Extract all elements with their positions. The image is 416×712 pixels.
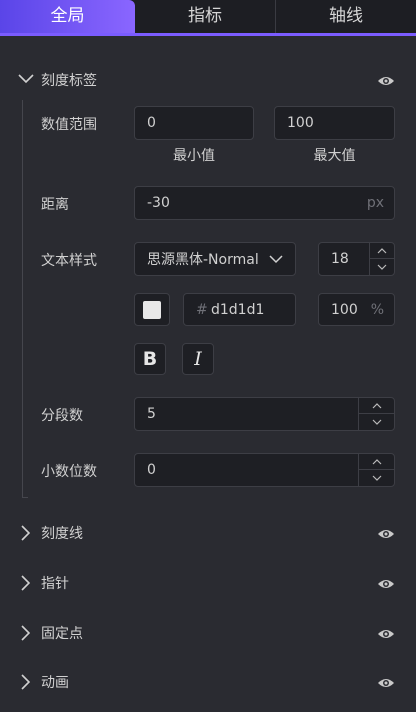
tab-global[interactable]: 全局 xyxy=(0,0,135,33)
section-fixed-point-title: 固定点 xyxy=(41,626,83,642)
decimals-spin xyxy=(358,454,394,486)
section-tick-lines-title: 刻度线 xyxy=(41,526,83,542)
increment-icon[interactable] xyxy=(359,454,394,470)
section-tick-lines-header[interactable]: 刻度线 xyxy=(0,513,416,553)
opacity-value: 100 xyxy=(331,301,358,318)
section-animation-title: 动画 xyxy=(41,675,69,691)
color-hex-value: d1d1d1 xyxy=(211,301,265,318)
chevron-right-icon xyxy=(20,575,34,591)
segments-spin xyxy=(358,398,394,430)
decimals-label: 小数位数 xyxy=(41,464,97,480)
decimals-stepper[interactable]: 0 xyxy=(134,453,395,487)
segments-label: 分段数 xyxy=(41,408,83,424)
tab-axis-label: 轴线 xyxy=(329,6,363,26)
opacity-unit: % xyxy=(370,301,384,318)
range-max-value: 100 xyxy=(287,115,314,131)
tab-axis[interactable]: 轴线 xyxy=(276,0,416,33)
segments-value: 5 xyxy=(147,406,156,422)
range-max-input[interactable]: 100 xyxy=(274,106,395,140)
eye-icon[interactable] xyxy=(377,73,395,87)
range-min-value: 0 xyxy=(147,115,156,131)
text-style-label: 文本样式 xyxy=(41,253,97,269)
tab-indicator[interactable]: 指标 xyxy=(136,0,274,33)
font-size-value: 18 xyxy=(331,251,349,267)
chevron-down-icon xyxy=(269,243,283,275)
increment-icon[interactable] xyxy=(359,398,394,414)
chevron-down-icon xyxy=(18,72,34,86)
range-min-input[interactable]: 0 xyxy=(134,106,254,140)
range-label: 数值范围 xyxy=(41,117,97,133)
decrement-icon[interactable] xyxy=(359,470,394,486)
italic-button[interactable]: I xyxy=(182,343,214,375)
decimals-value: 0 xyxy=(147,462,156,478)
distance-label: 距离 xyxy=(41,197,69,213)
section-fixed-point-header[interactable]: 固定点 xyxy=(0,613,416,653)
eye-icon[interactable] xyxy=(377,626,395,640)
distance-value: -30 xyxy=(147,195,170,211)
eye-icon[interactable] xyxy=(377,576,395,590)
decrement-icon[interactable] xyxy=(370,259,394,275)
chevron-right-icon xyxy=(20,525,34,541)
opacity-input[interactable]: 100 % xyxy=(318,293,395,326)
range-max-caption: 最大值 xyxy=(313,148,356,164)
section-pointer-header[interactable]: 指针 xyxy=(0,563,416,603)
section-animation-header[interactable]: 动画 xyxy=(0,662,416,702)
font-family-value: 思源黑体-Normal xyxy=(147,252,259,268)
distance-input[interactable]: -30 px xyxy=(134,186,395,220)
chevron-right-icon xyxy=(20,674,34,690)
font-size-stepper[interactable]: 18 xyxy=(318,242,395,276)
tab-global-label: 全局 xyxy=(50,6,85,26)
tab-underline xyxy=(0,33,416,36)
color-swatch-button[interactable] xyxy=(134,293,170,326)
font-size-spin xyxy=(369,243,394,275)
hash-symbol: # xyxy=(196,301,208,318)
color-hex-input[interactable]: # d1d1d1 xyxy=(183,293,296,326)
eye-icon[interactable] xyxy=(377,526,395,540)
segments-stepper[interactable]: 5 xyxy=(134,397,395,431)
font-family-select[interactable]: 思源黑体-Normal xyxy=(134,242,296,276)
bold-button[interactable]: B xyxy=(134,343,166,375)
tab-indicator-label: 指标 xyxy=(188,6,222,26)
color-swatch xyxy=(143,301,161,319)
decrement-icon[interactable] xyxy=(359,414,394,430)
distance-unit: px xyxy=(366,195,384,211)
tree-guide-foot xyxy=(22,497,28,498)
chevron-right-icon xyxy=(20,625,34,641)
tree-guide-line xyxy=(22,100,23,498)
section-tick-labels-title: 刻度标签 xyxy=(41,73,97,89)
increment-icon[interactable] xyxy=(370,243,394,259)
range-min-caption: 最小值 xyxy=(173,148,215,164)
tab-bar: 全局 指标 轴线 xyxy=(0,0,416,36)
section-pointer-title: 指针 xyxy=(41,576,69,592)
section-tick-labels-header[interactable]: 刻度标签 xyxy=(0,60,416,100)
eye-icon[interactable] xyxy=(377,675,395,689)
